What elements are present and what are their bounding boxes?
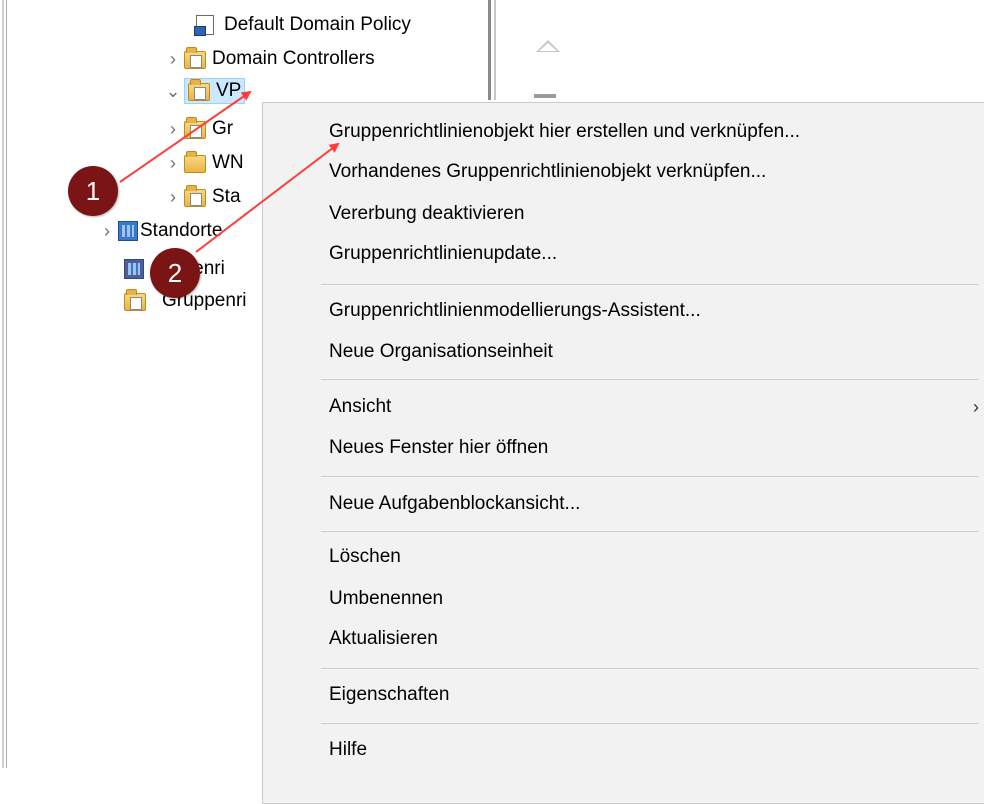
menu-item-label: Gruppenrichtlinienmodellierungs-Assisten… (329, 300, 701, 321)
folder-icon (184, 117, 206, 139)
chevron-down-icon[interactable]: ⌄ (162, 80, 184, 102)
chevron-right-icon[interactable]: › (162, 186, 184, 208)
menu-item-label: Gruppenrichtlinienupdate... (329, 243, 558, 264)
menu-item-delete[interactable]: Löschen (263, 540, 979, 574)
gpo-results-icon (124, 289, 146, 311)
tree-item-group-policy-objects[interactable]: › Gr (162, 114, 233, 144)
chevron-right-icon[interactable]: › (96, 220, 118, 242)
menu-item-view[interactable]: Ansicht › (263, 390, 979, 424)
menu-item-create-and-link-gpo[interactable]: Gruppenrichtlinienobjekt hier erstellen … (263, 115, 979, 149)
scroll-down-icon[interactable] (534, 94, 556, 98)
menu-item-gp-modeling-wizard[interactable]: Gruppenrichtlinienmodellierungs-Assisten… (263, 294, 979, 328)
menu-item-rename[interactable]: Umbenennen (263, 582, 979, 616)
starter-gpo-folder-icon (184, 185, 206, 207)
menu-item-label: Aktualisieren (329, 628, 438, 649)
tree-item-default-domain-policy[interactable]: Default Domain Policy (194, 10, 411, 40)
menu-item-refresh[interactable]: Aktualisieren (263, 622, 979, 656)
menu-item-label: Vererbung deaktivieren (329, 203, 525, 224)
menu-item-label: Neues Fenster hier öffnen (329, 437, 549, 458)
tree-item-label: VP (216, 80, 242, 101)
sites-icon (118, 221, 140, 241)
menu-separator (321, 668, 979, 669)
scroll-up-icon[interactable] (536, 40, 560, 52)
menu-item-label: Neue Organisationseinheit (329, 341, 553, 362)
chevron-right-icon: › (973, 396, 979, 417)
menu-item-label: Neue Aufgabenblockansicht... (329, 493, 581, 514)
chevron-right-icon[interactable]: › (162, 152, 184, 174)
tree-item-label: WN (212, 152, 244, 173)
pane-splitter-shadow (494, 0, 496, 100)
window-left-border (0, 0, 7, 768)
menu-item-label: Ansicht (329, 396, 392, 417)
menu-item-label: Gruppenrichtlinienobjekt hier erstellen … (329, 121, 801, 142)
menu-item-new-taskpad-view[interactable]: Neue Aufgabenblockansicht... (263, 487, 979, 521)
tree-item-label: Domain Controllers (212, 48, 375, 69)
menu-item-disable-inheritance[interactable]: Vererbung deaktivieren (263, 197, 979, 231)
ou-folder-icon (188, 79, 210, 101)
tree-item-domain-controllers[interactable]: › Domain Controllers (162, 44, 375, 74)
menu-item-gp-update[interactable]: Gruppenrichtlinienupdate... (263, 237, 979, 271)
ou-folder-icon (184, 47, 206, 69)
menu-item-label: Umbenennen (329, 588, 444, 609)
chevron-right-icon[interactable]: › (162, 118, 184, 140)
callout-2: 2 (150, 248, 200, 298)
pane-splitter[interactable] (488, 0, 491, 100)
tree-item-wmi-filters[interactable]: › WN (162, 148, 244, 178)
chevron-right-icon[interactable]: › (162, 48, 184, 70)
tree-item-starter-gpos[interactable]: › Sta (162, 182, 241, 212)
menu-item-help[interactable]: Hilfe (263, 733, 979, 767)
menu-item-label: Löschen (329, 546, 401, 567)
menu-item-link-existing-gpo[interactable]: Vorhandenes Gruppenrichtlinienobjekt ver… (263, 155, 979, 189)
selected-tree-node[interactable]: VP (184, 78, 246, 104)
gpo-modeling-icon (124, 259, 146, 279)
menu-item-properties[interactable]: Eigenschaften (263, 678, 979, 712)
menu-separator (321, 284, 979, 285)
menu-item-new-ou[interactable]: Neue Organisationseinheit (263, 335, 979, 369)
tree-item-vp[interactable]: ⌄ VP (162, 76, 246, 106)
tree-item-sites[interactable]: › Standorte (96, 216, 222, 246)
menu-item-label: Vorhandenes Gruppenrichtlinienobjekt ver… (329, 161, 767, 182)
menu-separator (321, 723, 979, 724)
callout-number: 2 (167, 257, 183, 288)
menu-item-label: Hilfe (329, 739, 368, 760)
menu-separator (321, 531, 979, 532)
context-menu: Gruppenrichtlinienobjekt hier erstellen … (262, 102, 984, 804)
tree-item-label: Default Domain Policy (224, 14, 411, 35)
wmi-filter-folder-icon (184, 151, 206, 173)
callout-number: 1 (85, 175, 101, 206)
tree-item-label: Gr (212, 118, 234, 139)
callout-1: 1 (68, 166, 118, 216)
menu-item-label: Eigenschaften (329, 684, 450, 705)
tree-item-label: Sta (212, 186, 241, 207)
menu-separator (321, 379, 979, 380)
menu-item-new-window[interactable]: Neues Fenster hier öffnen (263, 431, 979, 465)
tree-item-label: Standorte (140, 220, 223, 241)
gpo-link-icon (194, 15, 218, 36)
menu-separator (321, 476, 979, 477)
